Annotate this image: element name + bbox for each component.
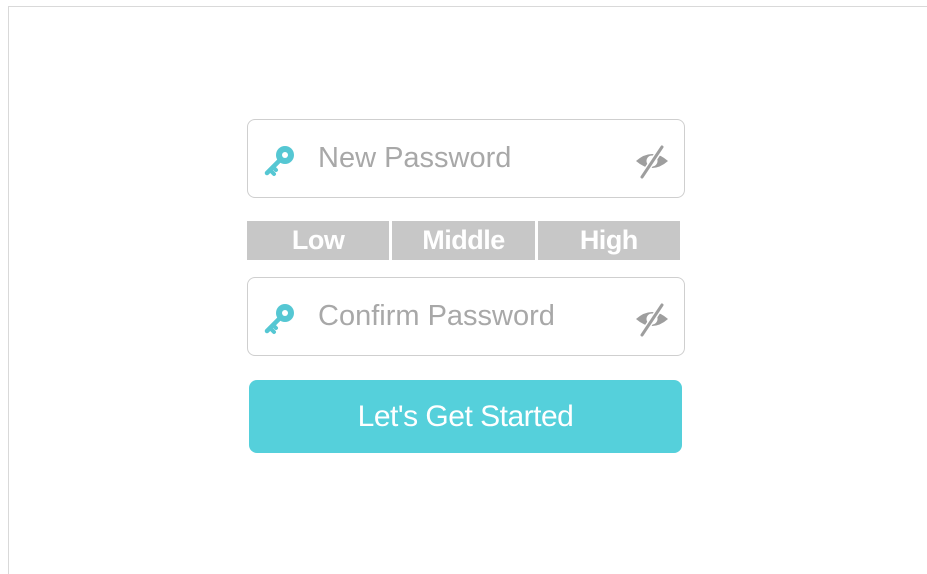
- confirm-password-input[interactable]: [318, 296, 618, 337]
- eye-slash-icon[interactable]: [632, 144, 672, 185]
- key-icon: [264, 303, 294, 334]
- strength-level-middle: Middle: [392, 221, 535, 260]
- eye-slash-icon[interactable]: [632, 302, 672, 343]
- new-password-input[interactable]: [318, 138, 618, 179]
- confirm-password-field[interactable]: [247, 277, 685, 356]
- strength-level-low: Low: [247, 221, 390, 260]
- key-icon: [264, 145, 294, 176]
- strength-level-high: High: [537, 221, 680, 260]
- lets-get-started-button[interactable]: Let's Get Started: [249, 380, 682, 453]
- new-password-field[interactable]: [247, 119, 685, 198]
- password-strength-meter: Low Middle High: [247, 221, 680, 260]
